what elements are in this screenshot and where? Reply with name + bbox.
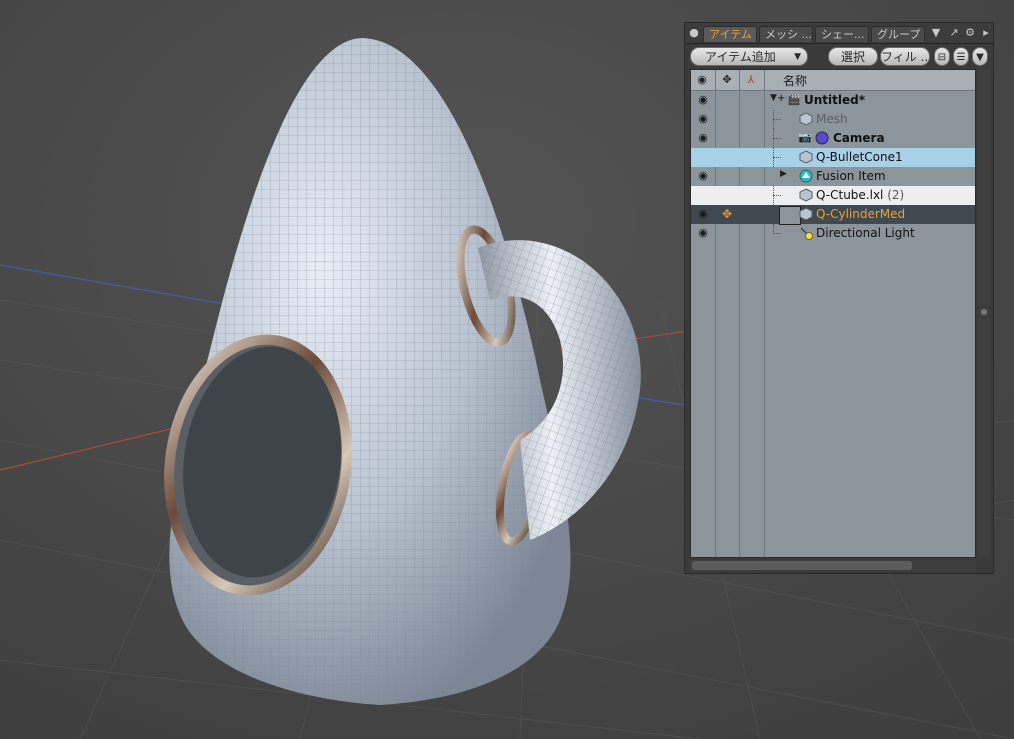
eye-icon[interactable]: ◉ xyxy=(695,225,711,241)
mesh-icon xyxy=(799,207,813,221)
select-button[interactable]: 選択 xyxy=(828,47,878,66)
eye-icon[interactable]: ◉ xyxy=(694,72,710,88)
list-item[interactable]: ◉ 📷 Camera xyxy=(691,129,975,148)
item-label: Untitled* xyxy=(804,93,865,107)
item-label: Q-Ctube.lxl (2) xyxy=(816,188,905,202)
list-options-icon[interactable]: ☰ xyxy=(953,47,969,66)
move-icon[interactable]: ✥ xyxy=(719,206,735,222)
add-item-label: アイテム追加 xyxy=(705,50,776,64)
item-list: ◉ ✥ ⅄ 名称 ◉ ▼ + 🎬 Untitled* ◉ Mesh ◉ 📷 Ca… xyxy=(690,69,976,558)
list-item[interactable]: ◉ ▼ + 🎬 Untitled* xyxy=(691,91,975,110)
item-label: Directional Light xyxy=(816,226,915,240)
tab-dropdown-icon[interactable]: ▼ xyxy=(929,26,943,40)
eye-icon[interactable]: ◉ xyxy=(695,168,711,184)
item-label: Q-CylinderMed xyxy=(816,207,906,221)
expand-icon[interactable]: ↗ xyxy=(947,26,961,40)
list-item-active[interactable]: ◉ ✥ Q-CylinderMed xyxy=(691,205,975,225)
tab-items[interactable]: アイテム xyxy=(703,26,757,42)
add-item-button[interactable]: アイテム追加 ▼ xyxy=(690,47,808,66)
axis-icon[interactable]: ⅄ xyxy=(743,72,759,88)
list-header: ◉ ✥ ⅄ 名称 xyxy=(691,70,975,91)
list-item[interactable]: ◉ Directional Light xyxy=(691,224,975,243)
instance-count: (2) xyxy=(887,188,905,202)
panel-tab-bar: ● アイテム メッシ ... シェー... グループ ▼ ↗ ⚙ ▸ xyxy=(685,23,993,44)
list-item[interactable]: ◉ ▶ Fusion Item xyxy=(691,167,975,186)
add-child-icon: + xyxy=(777,93,786,104)
light-icon xyxy=(800,227,813,240)
scrollbar-thumb[interactable] xyxy=(692,561,912,570)
tab-shader[interactable]: シェー... xyxy=(815,26,869,42)
list-item[interactable]: ◉ Mesh xyxy=(691,110,975,129)
vertical-scrollbar[interactable] xyxy=(978,69,990,558)
item-label: Q-BulletCone1 xyxy=(816,150,903,164)
fusion-icon xyxy=(799,169,813,183)
eye-icon[interactable]: ◉ xyxy=(695,111,711,127)
filter-button[interactable]: フィル ... xyxy=(880,47,930,66)
tab-mesh[interactable]: メッシ ... xyxy=(759,26,813,42)
tab-groups[interactable]: グループ xyxy=(871,26,925,42)
eye-icon[interactable]: ◉ xyxy=(695,206,711,222)
item-label: Mesh xyxy=(816,112,848,126)
item-list-panel: ● アイテム メッシ ... シェー... グループ ▼ ↗ ⚙ ▸ アイテム追… xyxy=(684,22,994,574)
expand-triangle-icon[interactable]: ▶ xyxy=(780,169,787,179)
chevron-right-icon[interactable]: ▸ xyxy=(979,26,993,40)
item-label: Camera xyxy=(833,131,885,145)
panel-toolbar: アイテム追加 ▼ 選択 フィル ... ⊟ ☰ ▼ xyxy=(685,44,993,69)
mesh-icon xyxy=(799,112,813,126)
panel-menu-icon[interactable]: ● xyxy=(687,26,701,40)
collapse-icon[interactable]: ⊟ xyxy=(934,47,950,66)
horizontal-scrollbar[interactable] xyxy=(690,560,976,571)
funnel-icon[interactable]: ▼ xyxy=(972,47,988,66)
scene-icon: 🎬 xyxy=(787,93,801,106)
expand-triangle-icon[interactable]: ▼ xyxy=(770,93,777,103)
sphere-icon xyxy=(815,131,829,145)
list-item-selected[interactable]: Q-BulletCone1 xyxy=(691,148,975,167)
mesh-icon xyxy=(799,188,813,202)
move-icon[interactable]: ✥ xyxy=(719,72,735,88)
eye-icon[interactable]: ◉ xyxy=(695,92,711,108)
gear-icon[interactable]: ⚙ xyxy=(963,26,977,40)
item-label: Fusion Item xyxy=(816,169,886,183)
mesh-icon xyxy=(799,150,813,164)
list-item[interactable]: Q-Ctube.lxl (2) xyxy=(691,186,975,205)
eye-icon[interactable]: ◉ xyxy=(695,130,711,146)
camera-icon: 📷 xyxy=(798,131,812,144)
chevron-down-icon: ▼ xyxy=(794,52,801,62)
column-name-header[interactable]: 名称 xyxy=(783,72,807,89)
